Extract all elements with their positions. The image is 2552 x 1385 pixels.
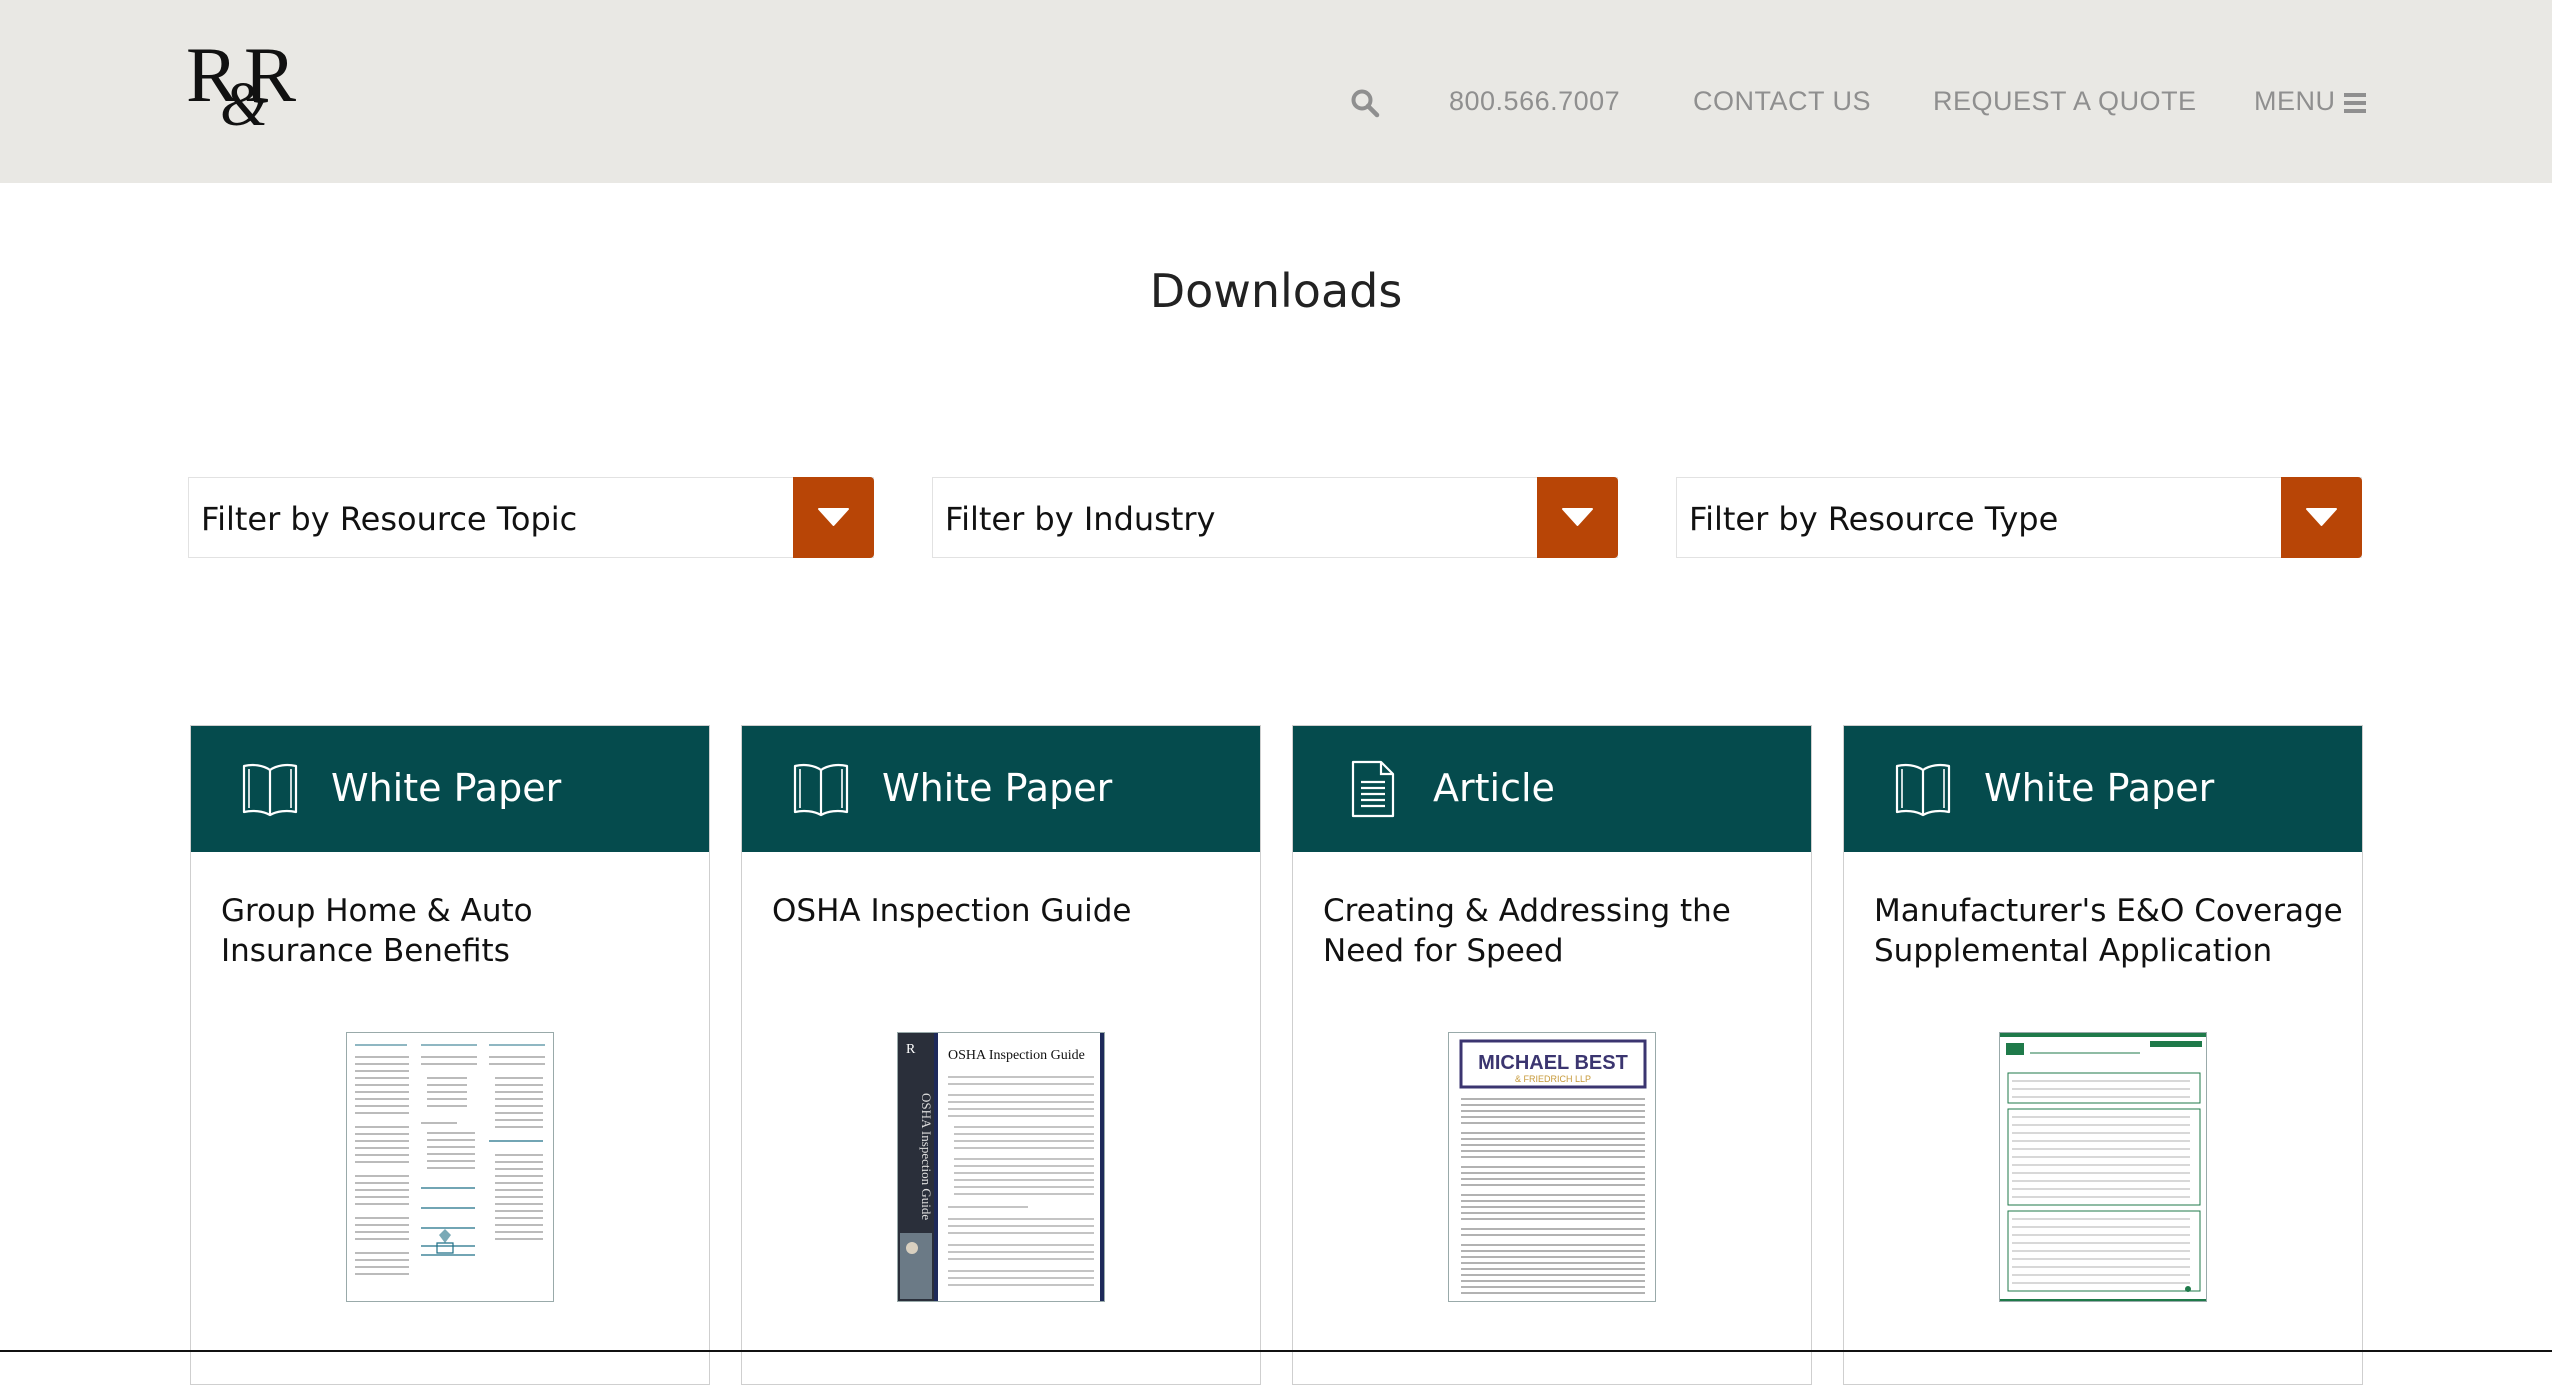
- card-header: Article: [1293, 726, 1811, 852]
- card-header: White Paper: [742, 726, 1260, 852]
- phone-link[interactable]: 800.566.7007: [1449, 86, 1620, 117]
- card-type-label: White Paper: [882, 766, 1113, 810]
- filter-label: Filter by Resource Topic: [201, 500, 578, 538]
- application-form-preview-image: [2000, 1033, 2206, 1301]
- card-title[interactable]: Creating & Addressing the Need for Speed: [1323, 891, 1793, 971]
- card-header: White Paper: [1844, 726, 2362, 852]
- document-thumbnail[interactable]: [346, 1032, 554, 1302]
- document-thumbnail[interactable]: [1999, 1032, 2207, 1302]
- resource-card[interactable]: White Paper OSHA Inspection Guide R OSHA…: [741, 725, 1261, 1385]
- site-logo[interactable]: R & R: [186, 36, 304, 138]
- resource-card[interactable]: White Paper Group Home & Auto Insurance …: [190, 725, 710, 1385]
- dropdown-toggle[interactable]: [2281, 477, 2362, 558]
- site-header: R & R 800.566.7007 CONTACT US REQUEST A …: [0, 0, 2552, 183]
- dropdown-toggle[interactable]: [793, 477, 874, 558]
- mb-name-text: MICHAEL BEST: [1478, 1052, 1628, 1074]
- document-thumbnail[interactable]: MICHAEL BEST & FRIEDRICH LLP: [1448, 1032, 1656, 1302]
- book-icon: [793, 763, 849, 817]
- resource-card[interactable]: Article Creating & Addressing the Need f…: [1292, 725, 1812, 1385]
- hamburger-icon: [2343, 92, 2366, 113]
- filter-resource-type[interactable]: Filter by Resource Type: [1676, 477, 2362, 558]
- caret-down-icon: [2306, 508, 2337, 526]
- caret-down-icon: [1562, 508, 1593, 526]
- request-quote-link[interactable]: REQUEST A QUOTE: [1933, 86, 2197, 117]
- page-title: Downloads: [1149, 264, 1403, 318]
- caret-down-icon: [818, 508, 849, 526]
- document-thumbnail[interactable]: R OSHA Inspection Guide OSHA Inspection …: [897, 1032, 1105, 1302]
- filter-label: Filter by Resource Type: [1689, 500, 2059, 538]
- search-icon[interactable]: [1350, 88, 1380, 118]
- article-preview-image: MICHAEL BEST & FRIEDRICH LLP: [1459, 1039, 1647, 1294]
- card-header: White Paper: [191, 726, 709, 852]
- svg-text:R: R: [906, 1042, 916, 1057]
- brochure-preview-image: [355, 1044, 545, 1275]
- card-type-label: White Paper: [331, 766, 562, 810]
- book-icon: [242, 763, 298, 817]
- osha-spine-text: OSHA Inspection Guide: [919, 1093, 934, 1220]
- dropdown-toggle[interactable]: [1537, 477, 1618, 558]
- menu-label: MENU: [2254, 86, 2336, 116]
- osha-guide-preview-image: R OSHA Inspection Guide OSHA Inspection …: [898, 1033, 1104, 1301]
- card-type-label: White Paper: [1984, 766, 2215, 810]
- filter-resource-topic[interactable]: Filter by Resource Topic: [188, 477, 874, 558]
- resource-card[interactable]: White Paper Manufacturer's E&O Coverage …: [1843, 725, 2363, 1385]
- menu-button[interactable]: MENU: [2254, 86, 2366, 117]
- card-title[interactable]: Group Home & Auto Insurance Benefits: [221, 891, 691, 971]
- book-icon: [1895, 763, 1951, 817]
- card-title[interactable]: Manufacturer's E&O Coverage Supplemental…: [1874, 891, 2344, 971]
- contact-us-link[interactable]: CONTACT US: [1693, 86, 1871, 117]
- filter-label: Filter by Industry: [945, 500, 1216, 538]
- document-icon: [1351, 760, 1395, 818]
- mb-sub-text: & FRIEDRICH LLP: [1515, 1074, 1591, 1084]
- card-title[interactable]: OSHA Inspection Guide: [772, 891, 1242, 931]
- filter-industry[interactable]: Filter by Industry: [932, 477, 1618, 558]
- osha-title-text: OSHA Inspection Guide: [948, 1048, 1085, 1063]
- card-type-label: Article: [1433, 766, 1555, 810]
